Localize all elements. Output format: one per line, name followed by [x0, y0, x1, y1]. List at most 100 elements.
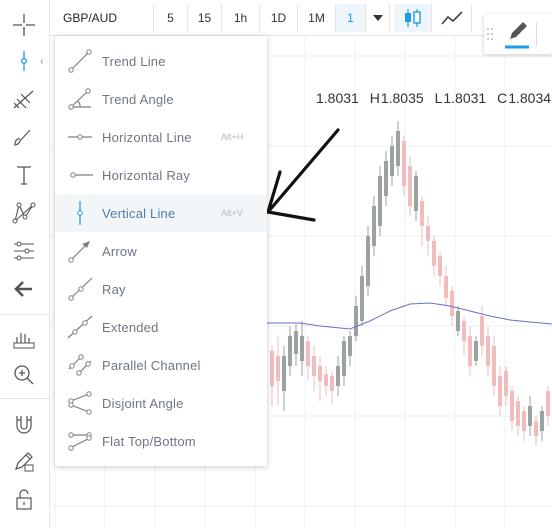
- top-toolbar: GBP/AUD 5 15 1h 1D 1M 1: [50, 0, 552, 36]
- candle-body: [408, 166, 412, 206]
- pattern-icon[interactable]: [8, 198, 40, 228]
- menu-item-horizontal-line[interactable]: Horizontal Line Alt+H: [55, 118, 267, 156]
- toolbar-divider: [0, 314, 50, 315]
- candle-body: [528, 406, 532, 426]
- candle-body: [312, 356, 316, 376]
- panel-divider: [536, 22, 537, 46]
- disjoint-angle-icon: [68, 391, 92, 415]
- candle-body: [288, 336, 292, 366]
- drag-handle-icon[interactable]: [486, 26, 494, 42]
- candle-body: [522, 411, 526, 431]
- candle-body: [366, 236, 370, 286]
- line-chart-button[interactable]: [432, 4, 472, 32]
- menu-item-trend-angle[interactable]: Trend Angle: [55, 80, 267, 118]
- menu-item-shortcut: Alt+H: [221, 132, 244, 142]
- menu-item-vertical-line[interactable]: Vertical Line Alt+V: [55, 194, 267, 232]
- menu-item-label: Parallel Channel: [102, 357, 201, 373]
- candle-body: [330, 376, 334, 391]
- magnet-icon[interactable]: [8, 410, 40, 440]
- menu-item-flat-top-bottom[interactable]: Flat Top/Bottom: [55, 422, 267, 460]
- flat-top-bottom-icon: [68, 432, 92, 451]
- lock-drawing-icon[interactable]: [8, 446, 40, 476]
- candle-body: [546, 391, 550, 416]
- menu-item-label: Disjoint Angle: [102, 395, 184, 411]
- brush-icon[interactable]: [8, 122, 40, 152]
- candle-body: [468, 336, 472, 366]
- candle-body: [456, 311, 460, 331]
- candles-button[interactable]: [394, 4, 432, 32]
- candle-body: [498, 376, 502, 406]
- ray-icon: [68, 277, 93, 301]
- menu-item-trend-line[interactable]: Trend Line: [55, 42, 267, 80]
- interval-1h-button[interactable]: 1h: [222, 4, 260, 32]
- drawing-tools-menu: Trend Line Trend Angle Horizontal Line A…: [55, 36, 267, 466]
- interval-15-button[interactable]: 15: [188, 4, 222, 32]
- arrow-icon: [68, 241, 90, 263]
- candle-body: [480, 316, 484, 346]
- ohlc-open-value: 1.8031: [316, 90, 359, 106]
- menu-item-label: Horizontal Ray: [102, 167, 191, 183]
- zoom-icon[interactable]: [8, 360, 40, 390]
- interval-1d-button[interactable]: 1D: [260, 4, 298, 32]
- pitchfork-icon[interactable]: [8, 84, 40, 114]
- candle-body: [372, 206, 376, 246]
- interval-1-button[interactable]: 1: [336, 4, 366, 32]
- extended-line-icon: [67, 315, 93, 339]
- interval-dropdown-button[interactable]: [366, 4, 390, 32]
- candle-body: [414, 176, 418, 211]
- candle-body: [450, 291, 454, 316]
- candle-body: [438, 256, 442, 276]
- candle-body: [402, 141, 406, 186]
- crosshair-icon[interactable]: [8, 10, 40, 40]
- candle-body: [534, 421, 538, 436]
- candle-body: [348, 336, 352, 356]
- menu-item-extended[interactable]: Extended: [55, 308, 267, 346]
- candle-body: [462, 321, 466, 341]
- back-arrow-icon[interactable]: [8, 274, 40, 304]
- candle-body: [378, 176, 382, 226]
- candle-body: [306, 341, 310, 366]
- candle-body: [474, 341, 478, 361]
- fib-icon[interactable]: [8, 236, 40, 266]
- moving-average-line: [267, 302, 552, 330]
- candle-body: [492, 346, 496, 386]
- interval-1m-button[interactable]: 1M: [298, 4, 336, 32]
- menu-item-label: Trend Angle: [102, 91, 174, 107]
- menu-item-parallel-channel[interactable]: Parallel Channel: [55, 346, 267, 384]
- interval-5-button[interactable]: 5: [154, 4, 188, 32]
- line-chart-icon: [440, 11, 463, 25]
- candle-body: [294, 331, 298, 354]
- candle-body: [270, 351, 274, 386]
- horizontal-line-icon: [68, 134, 92, 140]
- symbol-search-button[interactable]: GBP/AUD: [54, 4, 154, 32]
- menu-item-disjoint-angle[interactable]: Disjoint Angle: [55, 384, 267, 422]
- measure-icon[interactable]: [8, 324, 40, 354]
- candle-body: [300, 336, 304, 361]
- menu-item-label: Vertical Line: [102, 205, 176, 221]
- unlock-icon[interactable]: [8, 484, 40, 514]
- text-icon[interactable]: [8, 160, 40, 190]
- menu-item-horizontal-ray[interactable]: Horizontal Ray: [55, 156, 267, 194]
- candle-body: [426, 226, 430, 241]
- ohlc-close-label: C: [497, 90, 508, 106]
- parallel-channel-icon: [68, 354, 92, 376]
- menu-item-ray[interactable]: Ray: [55, 270, 267, 308]
- candle-body: [324, 374, 328, 386]
- pencil-button[interactable]: [502, 18, 532, 50]
- candle-body: [354, 306, 358, 336]
- candle-body: [396, 131, 400, 166]
- candle-body: [444, 276, 448, 298]
- candle-body: [486, 336, 490, 366]
- candles: [270, 121, 550, 446]
- pencil-icon: [505, 22, 529, 49]
- vertical-line-tool-icon[interactable]: [8, 46, 40, 76]
- candle-body: [390, 146, 394, 176]
- menu-item-arrow[interactable]: Arrow: [55, 232, 267, 270]
- vertical-line-icon: [77, 201, 83, 225]
- candle-body: [342, 341, 346, 376]
- candle-body: [432, 241, 436, 266]
- chevron-left-icon[interactable]: ‹: [40, 56, 44, 68]
- trend-angle-icon: [68, 88, 91, 110]
- menu-item-shortcut: Alt+V: [221, 208, 243, 218]
- candles-icon: [404, 9, 421, 27]
